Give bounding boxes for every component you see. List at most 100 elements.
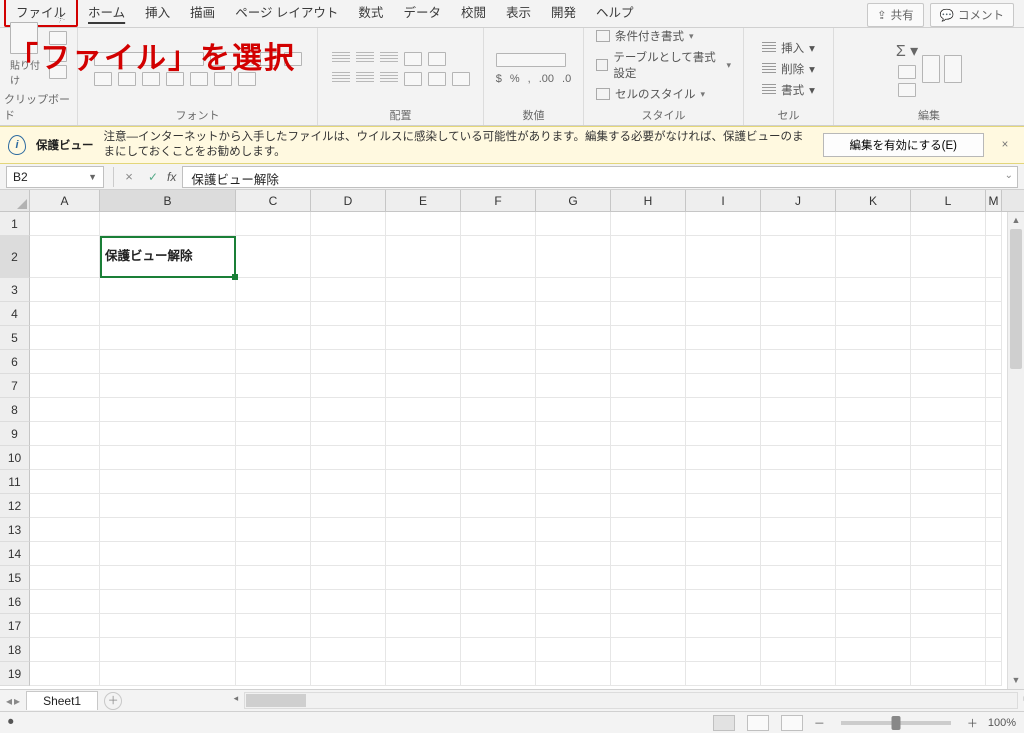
align-center[interactable] [356, 72, 374, 84]
column-header-K[interactable]: K [836, 190, 911, 211]
cell-A9[interactable] [30, 422, 100, 446]
cell-J3[interactable] [761, 278, 836, 302]
cell-L16[interactable] [911, 590, 986, 614]
cell-K9[interactable] [836, 422, 911, 446]
macro-record-icon[interactable]: ⏺ [8, 716, 14, 729]
cell-L1[interactable] [911, 212, 986, 236]
cell-B13[interactable] [100, 518, 236, 542]
decrease-indent[interactable] [404, 72, 422, 86]
normal-view-button[interactable] [713, 715, 735, 731]
cell-C6[interactable] [236, 350, 311, 374]
cell-D10[interactable] [311, 446, 386, 470]
cell-D16[interactable] [311, 590, 386, 614]
row-header-4[interactable]: 4 [0, 302, 30, 326]
select-all-corner[interactable] [0, 190, 30, 211]
cell-K13[interactable] [836, 518, 911, 542]
cell-E4[interactable] [386, 302, 461, 326]
cell-M8[interactable] [986, 398, 1002, 422]
scroll-right-button[interactable]: ▸ [1019, 693, 1024, 704]
tab-formulas[interactable]: 数式 [348, 0, 393, 27]
cell-D8[interactable] [311, 398, 386, 422]
cell-F5[interactable] [461, 326, 536, 350]
cell-C2[interactable] [236, 236, 311, 278]
cell-B7[interactable] [100, 374, 236, 398]
cell-E10[interactable] [386, 446, 461, 470]
scroll-left-button[interactable]: ◂ [229, 693, 243, 704]
cell-A4[interactable] [30, 302, 100, 326]
cell-G15[interactable] [536, 566, 611, 590]
row-header-9[interactable]: 9 [0, 422, 30, 446]
cell-C9[interactable] [236, 422, 311, 446]
cell-J1[interactable] [761, 212, 836, 236]
border-button[interactable] [166, 72, 184, 86]
formula-input[interactable]: 保護ビュー解除 ⌄ [182, 166, 1018, 188]
cell-J10[interactable] [761, 446, 836, 470]
column-header-E[interactable]: E [386, 190, 461, 211]
cell-D18[interactable] [311, 638, 386, 662]
cell-G9[interactable] [536, 422, 611, 446]
row-header-16[interactable]: 16 [0, 590, 30, 614]
cell-E18[interactable] [386, 638, 461, 662]
cell-F11[interactable] [461, 470, 536, 494]
cell-B4[interactable] [100, 302, 236, 326]
cell-I18[interactable] [686, 638, 761, 662]
row-header-18[interactable]: 18 [0, 638, 30, 662]
cell-C13[interactable] [236, 518, 311, 542]
cell-C17[interactable] [236, 614, 311, 638]
row-header-13[interactable]: 13 [0, 518, 30, 542]
cell-I14[interactable] [686, 542, 761, 566]
cell-G12[interactable] [536, 494, 611, 518]
cell-D13[interactable] [311, 518, 386, 542]
cell-A17[interactable] [30, 614, 100, 638]
cell-L13[interactable] [911, 518, 986, 542]
cell-M11[interactable] [986, 470, 1002, 494]
zoom-in-button[interactable]: ＋ [967, 715, 978, 731]
cell-M3[interactable] [986, 278, 1002, 302]
cell-K10[interactable] [836, 446, 911, 470]
cell-A15[interactable] [30, 566, 100, 590]
cell-L4[interactable] [911, 302, 986, 326]
cell-D5[interactable] [311, 326, 386, 350]
cell-I10[interactable] [686, 446, 761, 470]
cell-F16[interactable] [461, 590, 536, 614]
tab-draw[interactable]: 描画 [180, 0, 225, 27]
sort-filter-button[interactable] [922, 55, 940, 83]
enter-formula-button[interactable]: ✓ [141, 170, 165, 184]
align-middle[interactable] [356, 52, 374, 64]
cell-C12[interactable] [236, 494, 311, 518]
column-header-G[interactable]: G [536, 190, 611, 211]
cell-J8[interactable] [761, 398, 836, 422]
cell-K8[interactable] [836, 398, 911, 422]
cell-A13[interactable] [30, 518, 100, 542]
cell-M9[interactable] [986, 422, 1002, 446]
cell-H2[interactable] [611, 236, 686, 278]
delete-cells[interactable]: 削除▾ [760, 60, 817, 78]
cell-I7[interactable] [686, 374, 761, 398]
cell-K3[interactable] [836, 278, 911, 302]
cell-B10[interactable] [100, 446, 236, 470]
cell-E15[interactable] [386, 566, 461, 590]
cell-G11[interactable] [536, 470, 611, 494]
cut-button[interactable] [49, 31, 67, 45]
cell-G14[interactable] [536, 542, 611, 566]
format-cells[interactable]: 書式▾ [760, 81, 817, 99]
cell-B2[interactable]: 保護ビュー解除 [100, 236, 236, 278]
column-header-F[interactable]: F [461, 190, 536, 211]
cell-styles[interactable]: セルのスタイル▾ [594, 85, 707, 103]
cell-C8[interactable] [236, 398, 311, 422]
page-break-view-button[interactable] [781, 715, 803, 731]
vertical-scrollbar[interactable]: ▲ ▼ [1007, 212, 1024, 689]
cell-G8[interactable] [536, 398, 611, 422]
cell-H1[interactable] [611, 212, 686, 236]
underline-button[interactable] [142, 72, 160, 86]
cell-H12[interactable] [611, 494, 686, 518]
cell-A18[interactable] [30, 638, 100, 662]
cell-A12[interactable] [30, 494, 100, 518]
column-header-L[interactable]: L [911, 190, 986, 211]
cell-F2[interactable] [461, 236, 536, 278]
scroll-thumb-horizontal[interactable] [246, 694, 306, 707]
cell-A7[interactable] [30, 374, 100, 398]
cell-F12[interactable] [461, 494, 536, 518]
cell-E7[interactable] [386, 374, 461, 398]
align-left[interactable] [332, 72, 350, 84]
